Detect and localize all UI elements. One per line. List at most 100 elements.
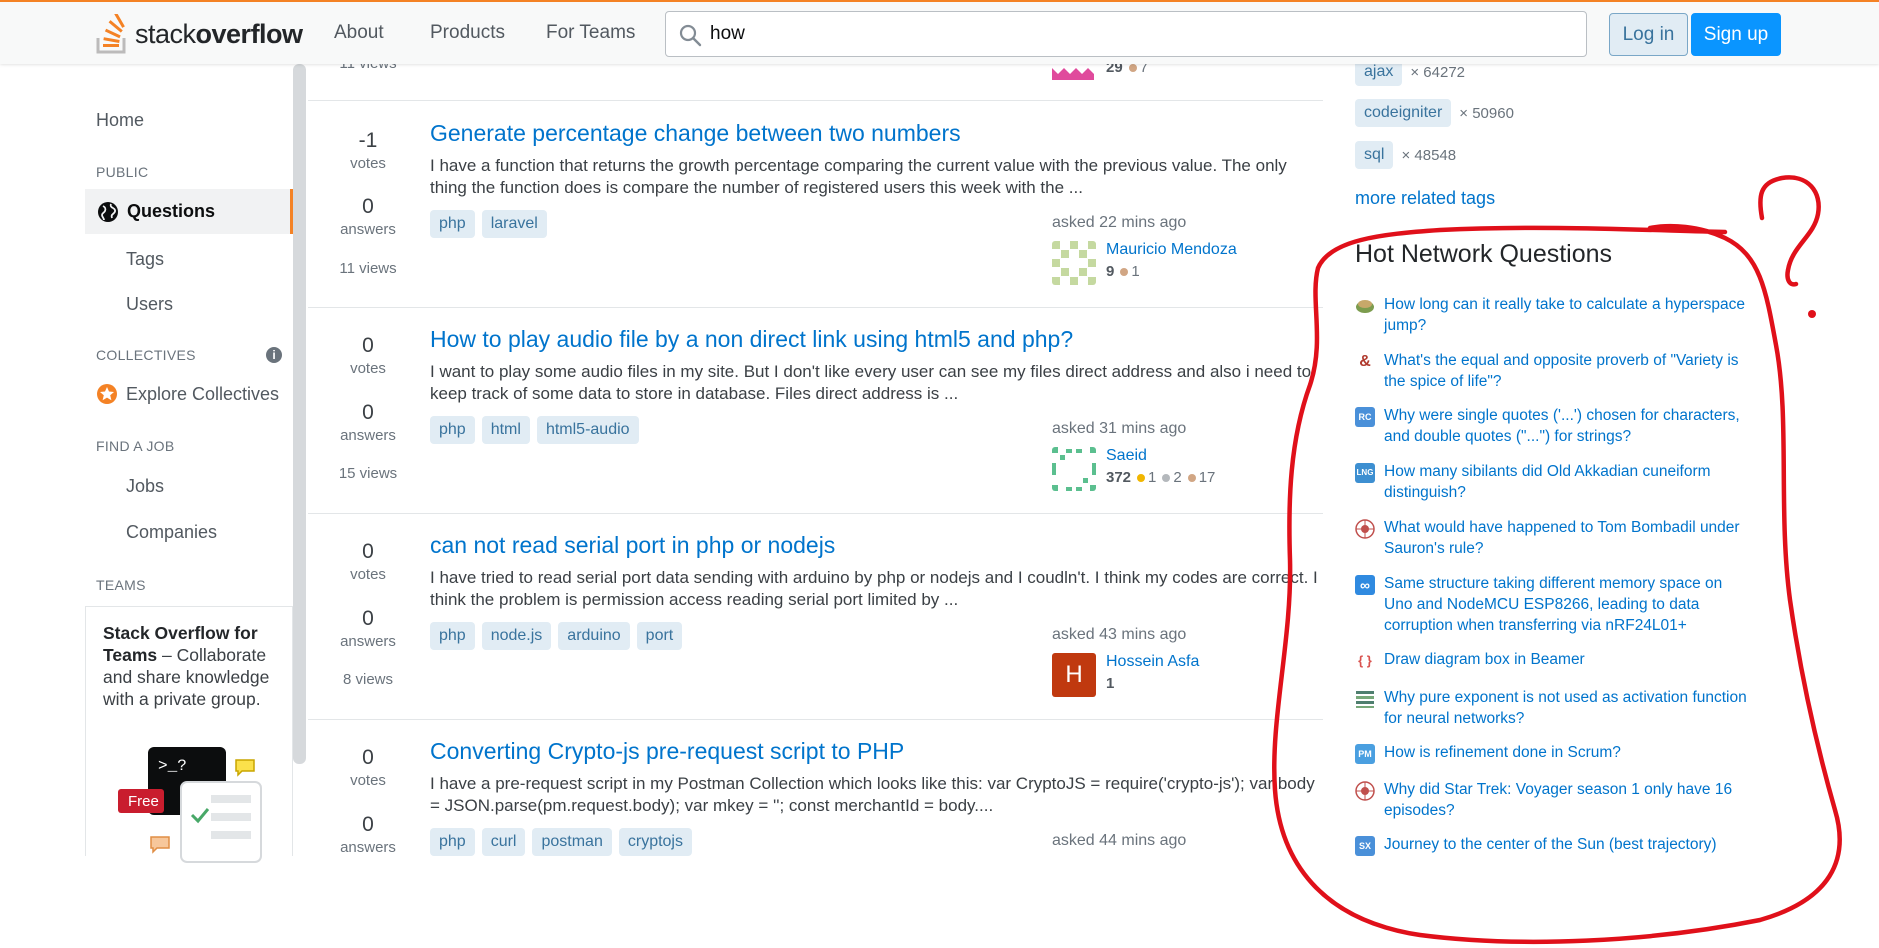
tag-php[interactable]: php <box>430 828 475 856</box>
answer-count: 0 answers <box>340 813 396 856</box>
nav-about[interactable]: About <box>334 22 384 44</box>
answer-count: 0 answers <box>340 401 396 444</box>
tag-laravel[interactable]: laravel <box>481 210 547 238</box>
hot-question-link[interactable]: What's the equal and opposite proverb of… <box>1384 350 1754 392</box>
user-name-link[interactable]: Saeid <box>1106 447 1147 465</box>
question-tags: php laravel <box>430 210 547 238</box>
related-tag-codeigniter[interactable]: codeigniter <box>1355 99 1452 127</box>
search-input[interactable] <box>710 20 1570 48</box>
user-name-link[interactable]: Mauricio Mendoza <box>1106 241 1237 259</box>
related-tag-row: sql × 48548 <box>1355 141 1456 169</box>
collectives-icon <box>97 384 117 404</box>
teams-promo-text: Stack Overflow for Teams – Collaborate a… <box>103 623 270 709</box>
free-badge: Free <box>128 793 159 810</box>
tag-php[interactable]: php <box>430 210 475 238</box>
asked-time: asked 31 mins ago <box>1052 420 1187 437</box>
sidebar-heading-teams: TEAMS <box>96 577 146 593</box>
sidebar-item-explore-collectives[interactable]: Explore Collectives <box>126 384 279 405</box>
sidebar-item-companies[interactable]: Companies <box>126 522 217 543</box>
tag-cryptojs[interactable]: cryptojs <box>618 828 692 856</box>
tag-html[interactable]: html <box>481 416 530 444</box>
signup-button[interactable]: Sign up <box>1691 13 1781 56</box>
logo-text: stackoverflow <box>135 18 303 49</box>
site-icon <box>1356 300 1374 313</box>
site-icon: ∞ <box>1355 575 1375 595</box>
sidebar-item-jobs[interactable]: Jobs <box>126 476 164 497</box>
nav-products[interactable]: Products <box>430 22 505 44</box>
globe-icon <box>98 202 118 222</box>
question-tags: php html html5-audio <box>430 416 639 444</box>
stackoverflow-logo-icon <box>96 14 126 54</box>
sidebar-scrollbar[interactable] <box>293 64 306 764</box>
hot-question-link[interactable]: How is refinement done in Scrum? <box>1384 742 1754 763</box>
more-related-tags-link[interactable]: more related tags <box>1355 188 1495 209</box>
tag-arduino[interactable]: arduino <box>558 622 630 650</box>
bronze-badge-icon <box>1187 473 1196 482</box>
related-tag-count: × 48548 <box>1401 146 1457 164</box>
views-count: 8 views <box>342 671 394 688</box>
search-icon <box>679 24 702 47</box>
asked-time: asked 22 mins ago <box>1052 214 1187 231</box>
sidebar-item-questions[interactable]: Questions <box>85 189 293 234</box>
site-icon <box>1355 519 1375 539</box>
views-count: 11 views <box>339 260 397 277</box>
question-title-link[interactable]: How to play audio file by a non direct l… <box>430 326 1073 353</box>
hot-question-link[interactable]: What would have happened to Tom Bombadil… <box>1384 517 1754 559</box>
nav-for-teams[interactable]: For Teams <box>546 22 635 44</box>
sidebar-item-home[interactable]: Home <box>96 110 144 131</box>
site-icon: PM <box>1355 744 1375 764</box>
hot-question-link[interactable]: Why pure exponent is not used as activat… <box>1384 687 1754 729</box>
hot-question-link[interactable]: Draw diagram box in Beamer <box>1384 649 1754 670</box>
hot-network-questions-title: Hot Network Questions <box>1355 240 1613 268</box>
question-row: 0 votes 0 answers Converting Crypto-js pre… <box>308 720 1323 856</box>
hot-question-link[interactable]: How many sibilants did Old Akkadian cune… <box>1384 461 1754 503</box>
tag-nodejs[interactable]: node.js <box>481 622 552 650</box>
user-avatar[interactable]: H <box>1052 653 1096 697</box>
related-tag-sql[interactable]: sql <box>1355 141 1394 169</box>
stackoverflow-logo[interactable]: stackoverflow <box>95 12 303 56</box>
user-avatar[interactable] <box>1052 241 1096 285</box>
sidebar-item-tags[interactable]: Tags <box>126 249 164 270</box>
user-avatar[interactable] <box>1052 447 1096 491</box>
vote-count: 0 votes <box>350 540 386 583</box>
search-box[interactable] <box>665 11 1587 57</box>
question-excerpt: I have a pre-request script in my Postma… <box>430 774 1315 815</box>
sidebar-item-label: Questions <box>127 201 216 221</box>
question-title-link[interactable]: can not read serial port in php or nodej… <box>430 532 835 559</box>
annotation-question-mark <box>1758 175 1821 287</box>
hot-question-link[interactable]: Why were single quotes ('...') chosen fo… <box>1384 405 1754 447</box>
question-row: 0 votes 0 answers 15 views How to play aud… <box>308 308 1323 514</box>
tag-html5-audio[interactable]: html5-audio <box>536 416 639 444</box>
left-sidebar: Home PUBLIC Questions Tags Users COLLECT… <box>85 64 295 863</box>
hot-question-link[interactable]: Same structure taking different memory s… <box>1384 573 1754 636</box>
question-excerpt: I want to play some audio files in my si… <box>430 362 1312 403</box>
bronze-badge-icon <box>1120 267 1129 276</box>
gold-badge-icon <box>1137 473 1146 482</box>
vote-count: 0 votes <box>350 334 386 377</box>
user-name-link[interactable]: Hossein Asfa <box>1106 653 1199 671</box>
site-icon: LNG <box>1355 463 1375 483</box>
question-title-link[interactable]: Converting Crypto-js pre-request script … <box>430 738 904 765</box>
question-title-link[interactable]: Generate percentage change between two n… <box>430 120 961 147</box>
tag-php[interactable]: php <box>430 622 475 650</box>
hot-question-link[interactable]: Journey to the center of the Sun (best t… <box>1384 834 1754 855</box>
sidebar-heading-collectives: COLLECTIVES <box>96 347 196 363</box>
tag-port[interactable]: port <box>636 622 683 650</box>
info-icon[interactable]: i <box>266 347 282 363</box>
hot-question-link[interactable]: How long can it really take to calculate… <box>1384 294 1754 336</box>
site-icon: & <box>1355 352 1375 372</box>
question-row: -1 votes 0 answers 11 views Generate perce… <box>308 102 1323 308</box>
sidebar-item-users[interactable]: Users <box>126 294 173 315</box>
question-row-partial: 11 views 297 <box>308 55 1323 101</box>
teams-promo[interactable]: Stack Overflow for Teams – Collaborate a… <box>85 606 293 863</box>
tag-php[interactable]: php <box>430 416 475 444</box>
question-excerpt: I have tried to read serial port data se… <box>430 568 1318 609</box>
answer-count: 0 answers <box>340 607 396 650</box>
views-count: 15 views <box>338 465 398 482</box>
tag-curl[interactable]: curl <box>481 828 526 856</box>
tag-postman[interactable]: postman <box>532 828 612 856</box>
user-reputation: 372 1 2 17 <box>1106 469 1216 486</box>
site-icon: { } <box>1355 651 1375 671</box>
login-button[interactable]: Log in <box>1609 13 1688 56</box>
hot-question-link[interactable]: Why did Star Trek: Voyager season 1 only… <box>1384 779 1754 821</box>
